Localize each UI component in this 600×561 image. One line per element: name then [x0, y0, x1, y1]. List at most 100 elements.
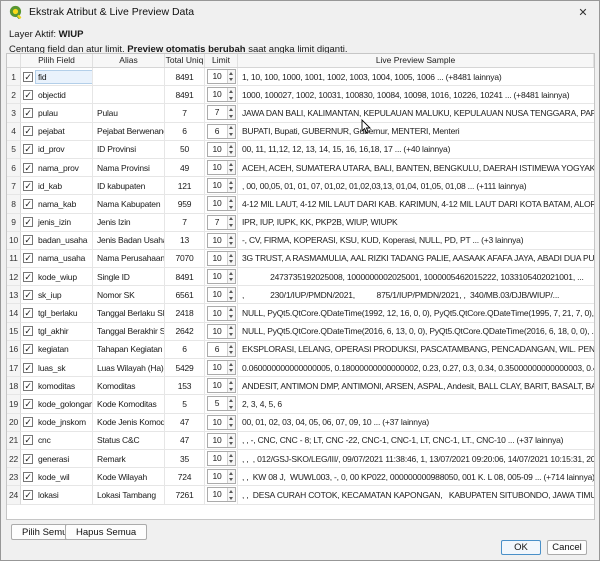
limit-value[interactable]: 10 [208, 470, 227, 483]
spin-down-button[interactable] [228, 313, 235, 320]
row-number[interactable]: 16 [7, 341, 21, 359]
spin-down-button[interactable] [228, 349, 235, 356]
field-cell[interactable]: ✓nama_prov [21, 159, 93, 177]
field-checkbox[interactable]: ✓ [23, 217, 33, 227]
field-cell[interactable]: ✓luas_sk [21, 359, 93, 377]
row-number[interactable]: 17 [7, 359, 21, 377]
limit-value[interactable]: 6 [208, 343, 227, 356]
row-number[interactable]: 5 [7, 141, 21, 159]
row-number[interactable]: 22 [7, 450, 21, 468]
limit-spinbox[interactable]: 10 [207, 324, 236, 339]
row-number[interactable]: 20 [7, 414, 21, 432]
spin-down-button[interactable] [228, 404, 235, 411]
field-checkbox[interactable]: ✓ [23, 144, 33, 154]
spin-down-button[interactable] [228, 277, 235, 284]
ok-button[interactable]: OK [501, 540, 541, 555]
field-cell[interactable]: ✓tgl_akhir [21, 323, 93, 341]
spin-down-button[interactable] [228, 113, 235, 120]
limit-spinbox[interactable]: 10 [207, 306, 236, 321]
row-number[interactable]: 3 [7, 104, 21, 122]
field-cell[interactable]: ✓lokasi [21, 486, 93, 504]
limit-value[interactable]: 5 [208, 397, 227, 410]
field-cell[interactable]: ✓tgl_berlaku [21, 304, 93, 322]
limit-value[interactable]: 10 [208, 416, 227, 429]
row-number[interactable]: 4 [7, 123, 21, 141]
row-number[interactable]: 6 [7, 159, 21, 177]
field-checkbox[interactable]: ✓ [23, 308, 33, 318]
alias-cell[interactable]: Nama Kabupaten [93, 195, 165, 213]
limit-spinbox[interactable]: 10 [207, 142, 236, 157]
row-number[interactable]: 7 [7, 177, 21, 195]
field-cell[interactable]: ✓pejabat [21, 123, 93, 141]
field-checkbox[interactable]: ✓ [23, 108, 33, 118]
row-number[interactable]: 19 [7, 395, 21, 413]
alias-cell[interactable]: Nama Perusahaan [93, 250, 165, 268]
row-number[interactable]: 23 [7, 468, 21, 486]
column-header-limit[interactable]: Limit [205, 54, 238, 67]
limit-value[interactable]: 10 [208, 488, 227, 501]
limit-spinbox[interactable]: 10 [207, 415, 236, 430]
field-cell[interactable]: ✓fid [21, 68, 93, 86]
field-cell[interactable]: ✓jenis_izin [21, 214, 93, 232]
field-cell[interactable]: ✓kode_jnskom [21, 414, 93, 432]
alias-cell[interactable]: ID Provinsi [93, 141, 165, 159]
row-number[interactable]: 2 [7, 86, 21, 104]
alias-cell[interactable]: Jenis Izin [93, 214, 165, 232]
limit-spinbox[interactable]: 10 [207, 360, 236, 375]
alias-cell[interactable]: Jenis Badan Usaha [93, 232, 165, 250]
field-checkbox[interactable]: ✓ [23, 235, 33, 245]
field-cell[interactable]: ✓generasi [21, 450, 93, 468]
limit-value[interactable]: 10 [208, 452, 227, 465]
field-cell[interactable]: ✓nama_usaha [21, 250, 93, 268]
alias-cell[interactable]: Kode Jenis Komoditas [93, 414, 165, 432]
field-checkbox[interactable]: ✓ [23, 181, 33, 191]
field-cell[interactable]: ✓id_kab [21, 177, 93, 195]
field-checkbox[interactable]: ✓ [23, 435, 33, 445]
field-cell[interactable]: ✓komoditas [21, 377, 93, 395]
spin-down-button[interactable] [228, 386, 235, 393]
field-cell[interactable]: ✓kegiatan [21, 341, 93, 359]
limit-spinbox[interactable]: 10 [207, 451, 236, 466]
limit-spinbox[interactable]: 10 [207, 487, 236, 502]
alias-cell[interactable]: Status C&C [93, 432, 165, 450]
row-number[interactable]: 9 [7, 214, 21, 232]
alias-cell[interactable]: Remark [93, 450, 165, 468]
spin-down-button[interactable] [228, 440, 235, 447]
field-cell[interactable]: ✓sk_iup [21, 286, 93, 304]
limit-value[interactable]: 10 [208, 307, 227, 320]
field-cell[interactable]: ✓badan_usaha [21, 232, 93, 250]
field-cell[interactable]: ✓kode_wil [21, 468, 93, 486]
field-checkbox[interactable]: ✓ [23, 90, 33, 100]
spin-down-button[interactable] [228, 131, 235, 138]
field-checkbox[interactable]: ✓ [23, 199, 33, 209]
row-number[interactable]: 13 [7, 286, 21, 304]
alias-cell[interactable]: Pulau [93, 104, 165, 122]
alias-cell[interactable]: Tanggal Berlaku SK [93, 304, 165, 322]
spin-down-button[interactable] [228, 149, 235, 156]
row-number[interactable]: 12 [7, 268, 21, 286]
limit-value[interactable]: 10 [208, 270, 227, 283]
alias-cell[interactable]: Komoditas [93, 377, 165, 395]
alias-cell[interactable]: Tanggal Berakhir SK [93, 323, 165, 341]
field-checkbox[interactable]: ✓ [23, 417, 33, 427]
row-number[interactable]: 10 [7, 232, 21, 250]
field-cell[interactable]: ✓kode_wiup [21, 268, 93, 286]
limit-spinbox[interactable]: 6 [207, 124, 236, 139]
alias-cell[interactable] [93, 86, 165, 104]
alias-cell[interactable]: ID kabupaten [93, 177, 165, 195]
limit-value[interactable]: 10 [208, 179, 227, 192]
column-header-total-uniq[interactable]: Total Uniq [165, 54, 205, 67]
field-cell[interactable]: ✓objectid [21, 86, 93, 104]
limit-spinbox[interactable]: 10 [207, 87, 236, 102]
cancel-button[interactable]: Cancel [547, 540, 587, 555]
field-checkbox[interactable]: ✓ [23, 163, 33, 173]
field-cell[interactable]: ✓nama_kab [21, 195, 93, 213]
limit-value[interactable]: 10 [208, 434, 227, 447]
spin-down-button[interactable] [228, 422, 235, 429]
clear-all-button[interactable]: Hapus Semua [65, 524, 147, 540]
field-cell[interactable]: ✓pulau [21, 104, 93, 122]
limit-spinbox[interactable]: 7 [207, 215, 236, 230]
limit-value[interactable]: 7 [208, 106, 227, 119]
spin-down-button[interactable] [228, 95, 235, 102]
limit-value[interactable]: 10 [208, 325, 227, 338]
